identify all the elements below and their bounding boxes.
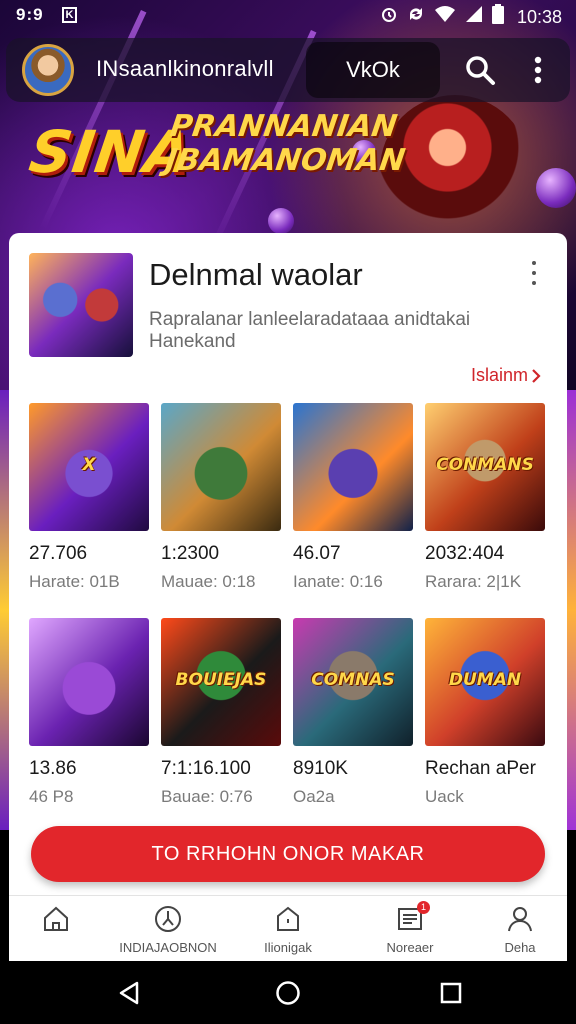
game-thumbnail[interactable] xyxy=(293,403,413,531)
game-tile[interactable]: CONMANS 2032:404 Rarara: 2|1K xyxy=(425,403,545,592)
game-stat: 2032:404 xyxy=(425,543,505,564)
game-thumbnail[interactable]: BOUIEJAS xyxy=(161,618,281,746)
game-thumbnail[interactable]: X xyxy=(29,403,149,531)
channel-avatar[interactable] xyxy=(22,44,74,96)
game-thumbnail[interactable]: CONMANS xyxy=(425,403,545,531)
game-thumbnail[interactable] xyxy=(29,618,149,746)
primary-cta-button[interactable]: TO RRHOHN ONOR MAKAR xyxy=(31,826,545,882)
hero-orb xyxy=(536,168,576,208)
game-stat: 8910K xyxy=(293,758,348,779)
status-clock: 10:38 xyxy=(516,6,562,27)
status-bar: 9:9 K 10:38 xyxy=(0,0,576,30)
hero-orb xyxy=(268,208,294,234)
sync-icon xyxy=(407,5,425,29)
status-time: 9:9 xyxy=(16,5,44,24)
compass-icon xyxy=(155,906,181,932)
nav-item-profile[interactable]: Deha xyxy=(465,904,575,955)
game-meta: Rarara: 2|1K xyxy=(425,572,522,591)
game-meta: Oa2a xyxy=(293,787,335,806)
game-meta: Uack xyxy=(425,787,464,806)
nav-label: INDIAJAOBNON xyxy=(119,940,217,955)
home-icon xyxy=(44,906,68,931)
hero-subtitle-line: PRANNANIAN xyxy=(168,109,400,144)
game-stat: 27.706 xyxy=(29,543,88,564)
game-thumbnail-label xyxy=(161,403,281,455)
game-stat: 13.86 xyxy=(29,758,77,779)
game-stat: Rechan aPer xyxy=(425,758,536,779)
nav-label: Noreaer xyxy=(386,940,434,955)
game-thumbnail-label xyxy=(293,403,413,455)
featured-more-icon[interactable] xyxy=(525,261,543,285)
nav-item-home[interactable] xyxy=(1,904,111,940)
game-thumbnail-label: COMNAS xyxy=(311,670,395,690)
featured-title[interactable]: Delnmal waolar xyxy=(149,257,363,293)
nav-item-store[interactable]: Ilionigak xyxy=(233,904,343,955)
game-tile[interactable]: X 27.706 Harate: 01B xyxy=(29,403,149,592)
nav-label: Ilionigak xyxy=(264,940,312,955)
notification-badge: 1 xyxy=(417,901,430,914)
channel-name[interactable]: INsaanlkinonralvll xyxy=(96,56,274,82)
status-icons: 10:38 xyxy=(380,4,562,30)
featured-thumbnail[interactable] xyxy=(29,253,133,357)
wifi-icon xyxy=(434,5,456,29)
featured-description: Rapralanar lanleelaradataaa anidtakai Ha… xyxy=(149,309,471,352)
battery-icon xyxy=(491,4,504,30)
game-thumbnail-label: DUMAN xyxy=(448,670,522,690)
game-tile[interactable]: DUMAN Rechan aPer Uack xyxy=(425,618,545,807)
screen: SINA PRANNANIAN JBAMANOMAN 9:9 K 10:38 I… xyxy=(0,0,576,1024)
game-meta: Mauae: 0:18 xyxy=(161,572,256,591)
game-meta: Ianate: 0:16 xyxy=(293,572,383,591)
see-more-link[interactable]: Islainm xyxy=(471,365,542,386)
game-thumbnail-label: CONMANS xyxy=(436,455,534,475)
alarm-icon xyxy=(380,5,398,29)
chevron-right-icon xyxy=(532,368,541,383)
game-stat: 46.07 xyxy=(293,543,341,564)
vk-button[interactable]: VkOk xyxy=(306,42,440,98)
game-thumbnail-label: BOUIEJAS xyxy=(175,670,267,690)
hero-subtitle-line: JBAMANOMAN xyxy=(163,143,408,178)
nav-item-explore[interactable]: INDIAJAOBNON xyxy=(113,904,223,955)
system-navigation-bar xyxy=(0,962,576,1024)
game-meta: 46 P8 xyxy=(29,787,74,806)
game-thumbnail[interactable]: DUMAN xyxy=(425,618,545,746)
game-tile[interactable]: 1:2300 Mauae: 0:18 xyxy=(161,403,281,592)
game-thumbnail[interactable] xyxy=(161,403,281,531)
game-stat: 7:1:16.100 xyxy=(161,758,251,779)
game-meta: Bauae: 0:76 xyxy=(161,787,253,806)
game-stat: 1:2300 xyxy=(161,543,220,564)
search-icon[interactable] xyxy=(462,52,498,88)
game-tile[interactable]: 46.07 Ianate: 0:16 xyxy=(293,403,413,592)
profile-icon xyxy=(508,907,532,932)
store-icon xyxy=(277,906,299,931)
game-thumbnail-label xyxy=(29,618,149,670)
signal-icon xyxy=(465,5,483,29)
notification-app-icon: K xyxy=(62,7,77,23)
recents-icon[interactable] xyxy=(436,978,466,1008)
game-meta: Harate: 01B xyxy=(29,572,120,591)
game-thumbnail-label: X xyxy=(82,455,96,475)
game-tile[interactable]: BOUIEJAS 7:1:16.100 Bauae: 0:76 xyxy=(161,618,281,807)
see-more-label: Islainm xyxy=(471,365,529,385)
bottom-navigation: INDIAJAOBNON Ilionigak 1 Noreaer Deha xyxy=(9,895,567,961)
games-card: Delnmal waolar Rapralanar lanleelaradata… xyxy=(9,233,567,895)
game-tile[interactable]: COMNAS 8910K Oa2a xyxy=(293,618,413,807)
game-thumbnail[interactable]: COMNAS xyxy=(293,618,413,746)
top-app-bar: INsaanlkinonralvll VkOk xyxy=(6,38,570,102)
game-tile[interactable]: 13.86 46 P8 xyxy=(29,618,149,807)
home-button-icon[interactable] xyxy=(273,978,303,1008)
hero-subtitle: PRANNANIAN JBAMANOMAN xyxy=(163,109,412,178)
nav-item-inbox[interactable]: 1 Noreaer xyxy=(355,901,465,955)
nav-label: Deha xyxy=(504,940,536,955)
more-vert-icon[interactable] xyxy=(528,52,548,88)
back-icon[interactable] xyxy=(114,978,144,1008)
